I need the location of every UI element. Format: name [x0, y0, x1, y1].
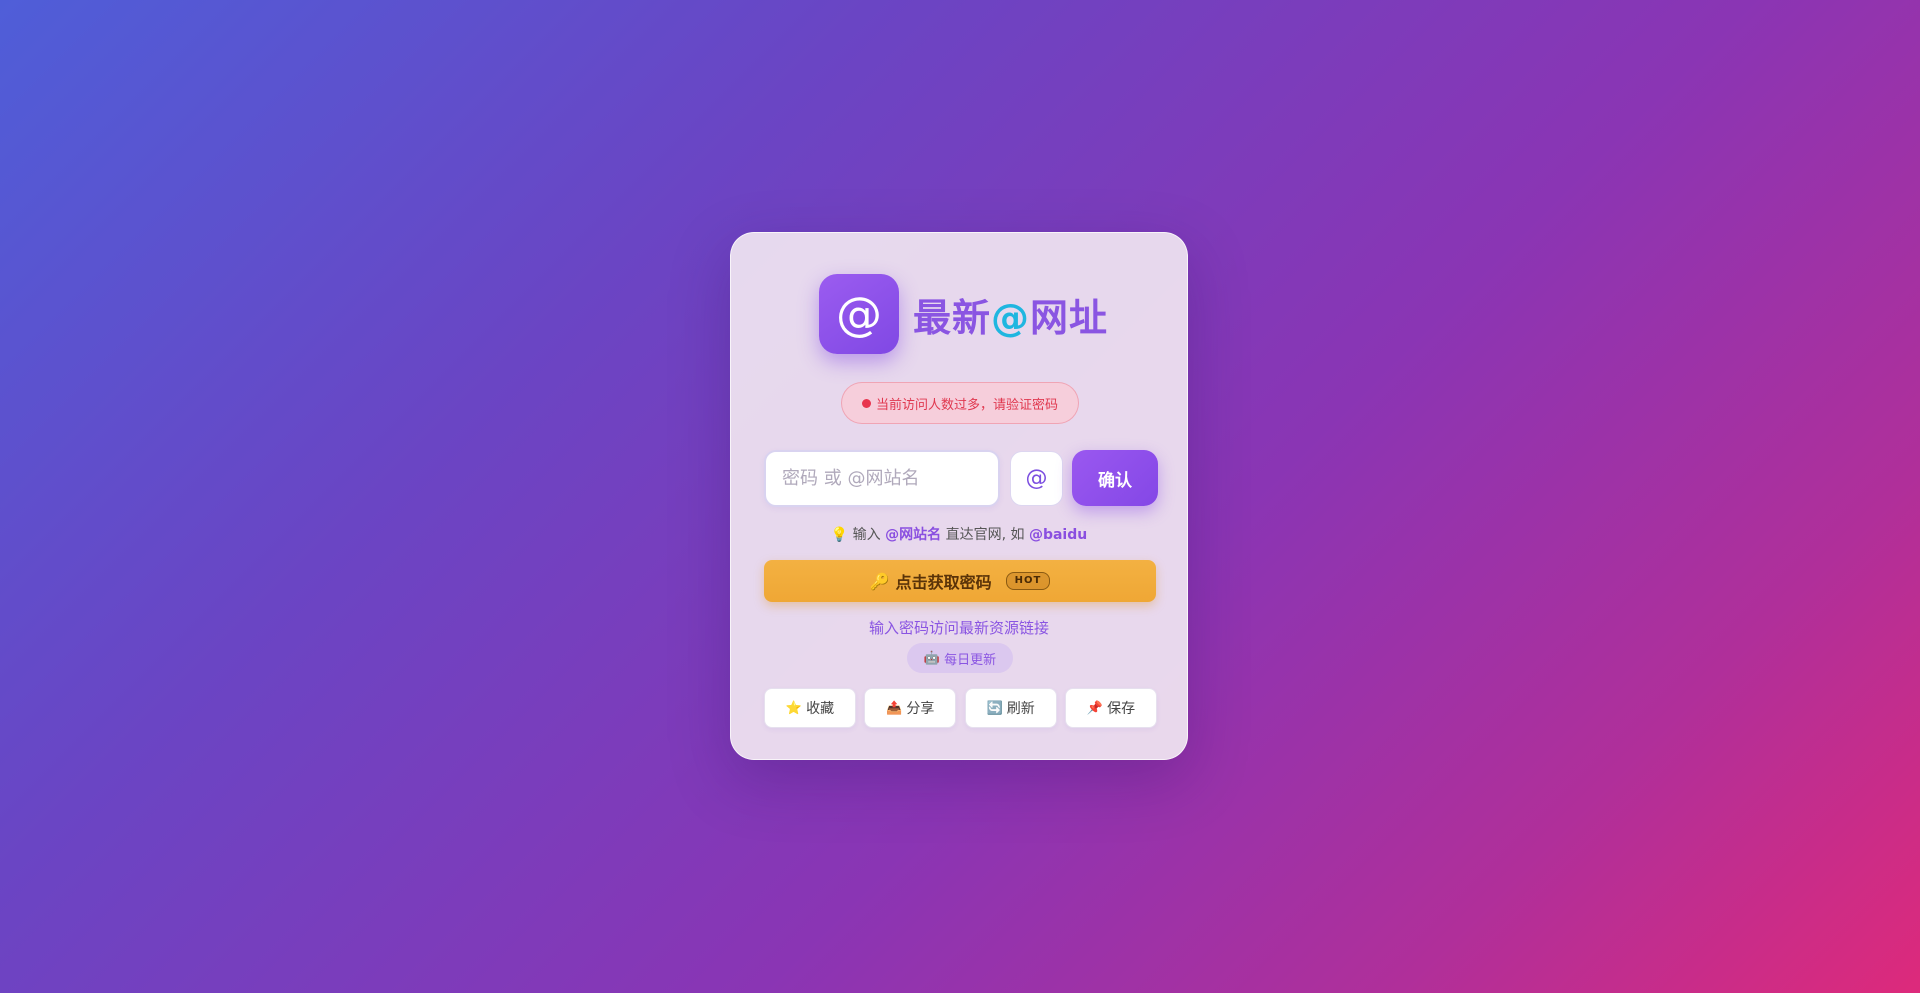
hint-site-token: @网站名	[885, 527, 942, 543]
hint-prefix: 输入	[852, 527, 881, 543]
brand-title-part1: 最新	[913, 295, 992, 340]
hint-middle: 直达官网, 如	[945, 527, 1025, 543]
confirm-button[interactable]: 确认	[1072, 450, 1158, 506]
status-dot-icon	[861, 398, 871, 408]
status-notice: 当前访问人数过多，请验证密码	[841, 382, 1079, 424]
favorite-label: 收藏	[806, 701, 835, 717]
refresh-button[interactable]: 🔄 刷新	[964, 688, 1057, 728]
at-logo-icon: @	[819, 274, 899, 354]
daily-update-badge: 🤖 每日更新	[907, 643, 1013, 673]
share-button[interactable]: 📤 分享	[864, 688, 957, 728]
star-icon: ⭐	[785, 700, 803, 716]
save-label: 保存	[1107, 701, 1136, 717]
get-password-label: 点击获取密码	[895, 573, 992, 592]
at-shortcut-button[interactable]: @	[1010, 451, 1063, 506]
refresh-icon: 🔄	[986, 700, 1003, 716]
key-icon: 🔑	[869, 571, 890, 591]
hint-example: @baidu	[1028, 527, 1088, 543]
login-card: @ 最新@网址 当前访问人数过多，请验证密码 @ 确认 💡 输入 @网站名 直达…	[730, 232, 1188, 760]
hot-badge: HOT	[1005, 572, 1051, 590]
password-input[interactable]	[764, 450, 1000, 507]
favorite-button[interactable]: ⭐ 收藏	[764, 688, 856, 728]
brand-title-at: @	[991, 295, 1031, 340]
brand-title: 最新@网址	[913, 287, 1108, 342]
brand-title-part2: 网址	[1030, 295, 1109, 340]
action-bar: ⭐ 收藏 📤 分享 🔄 刷新 📌 保存	[764, 688, 1157, 728]
brand-header: @ 最新@网址	[819, 274, 1108, 354]
refresh-label: 刷新	[1006, 701, 1035, 717]
share-label: 分享	[906, 701, 935, 717]
status-notice-text: 当前访问人数过多，请验证密码	[875, 397, 1058, 413]
lightbulb-icon: 💡	[830, 527, 849, 543]
site-hint: 💡 输入 @网站名 直达官网, 如 @baidu	[731, 524, 1187, 544]
daily-update-label: 每日更新	[944, 652, 997, 668]
share-icon: 📤	[886, 700, 903, 716]
get-password-button[interactable]: 🔑 点击获取密码 HOT	[764, 560, 1156, 602]
resource-link[interactable]: 输入密码访问最新资源链接	[731, 617, 1187, 638]
save-button[interactable]: 📌 保存	[1064, 688, 1157, 728]
robot-icon: 🤖	[923, 650, 941, 666]
pin-icon: 📌	[1086, 700, 1104, 716]
